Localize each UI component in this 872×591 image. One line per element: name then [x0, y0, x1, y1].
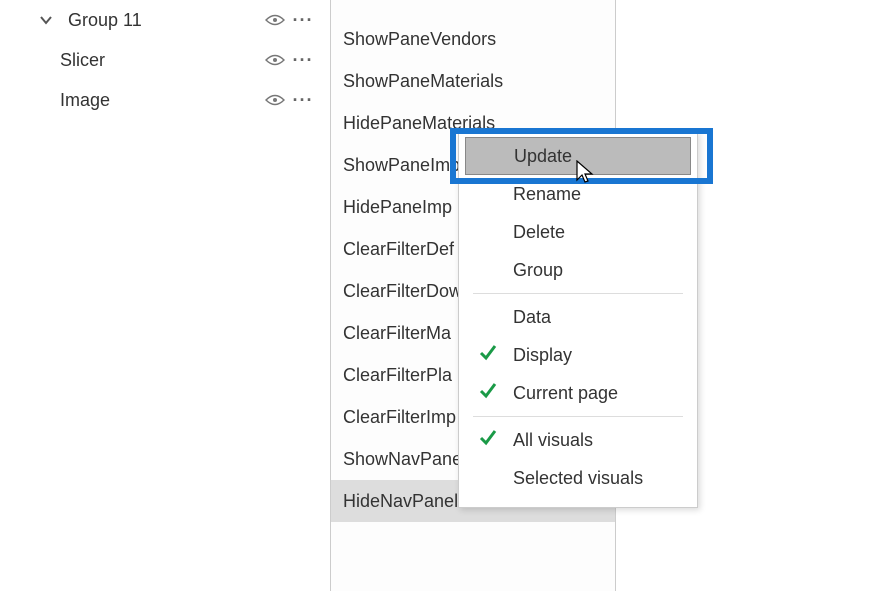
bookmark-label: ClearFilterDef: [343, 239, 454, 260]
menu-current-page[interactable]: Current page: [459, 374, 697, 412]
tree-group-row[interactable]: Group 11 ···: [30, 0, 320, 40]
bookmark-label: ShowPaneVendors: [343, 29, 496, 50]
menu-label: Delete: [513, 222, 565, 243]
item-label: Slicer: [60, 50, 264, 71]
bookmark-label: ClearFilterPla: [343, 365, 452, 386]
menu-label: Display: [513, 345, 572, 366]
bookmark-label: HidePaneImp: [343, 197, 452, 218]
menu-label: Update: [514, 146, 572, 167]
menu-label: Data: [513, 307, 551, 328]
group-label: Group 11: [68, 10, 264, 31]
chevron-down-icon: [36, 10, 56, 30]
tree-item-image[interactable]: Image ···: [54, 80, 320, 120]
selection-pane: Group 11 ··· Slicer ··· Image ···: [30, 0, 320, 120]
item-label: Image: [60, 90, 264, 111]
bookmark-label: HideNavPanel: [343, 491, 458, 512]
menu-label: Group: [513, 260, 563, 281]
visibility-icon[interactable]: [264, 49, 286, 71]
more-icon[interactable]: ···: [292, 89, 314, 111]
check-icon: [479, 428, 497, 452]
bookmark-label: ShowPaneMaterials: [343, 71, 503, 92]
menu-separator: [473, 293, 683, 294]
visibility-icon[interactable]: [264, 89, 286, 111]
bookmark-item[interactable]: ShowPaneVendors: [331, 18, 615, 60]
check-icon: [479, 343, 497, 367]
bookmark-label: HidePaneMaterials: [343, 113, 495, 134]
bookmark-context-menu: Update Rename Delete Group Data Display …: [458, 132, 698, 508]
menu-all-visuals[interactable]: All visuals: [459, 421, 697, 459]
visibility-icon[interactable]: [264, 9, 286, 31]
menu-selected-visuals[interactable]: Selected visuals: [459, 459, 697, 497]
bookmark-label: ClearFilterImp: [343, 407, 456, 428]
bookmark-label: ShowNavPane: [343, 449, 462, 470]
menu-label: Selected visuals: [513, 468, 643, 489]
bookmark-item[interactable]: ShowPaneMaterials: [331, 60, 615, 102]
bookmark-label: ClearFilterDow: [343, 281, 462, 302]
menu-label: All visuals: [513, 430, 593, 451]
menu-update[interactable]: Update: [465, 137, 691, 175]
more-icon[interactable]: ···: [292, 9, 314, 31]
bookmark-label: ShowPaneImp: [343, 155, 460, 176]
menu-delete[interactable]: Delete: [459, 213, 697, 251]
more-icon[interactable]: ···: [292, 49, 314, 71]
menu-label: Current page: [513, 383, 618, 404]
menu-separator: [473, 416, 683, 417]
bookmark-label: ClearFilterMa: [343, 323, 451, 344]
tree-item-slicer[interactable]: Slicer ···: [54, 40, 320, 80]
menu-rename[interactable]: Rename: [459, 175, 697, 213]
menu-data[interactable]: Data: [459, 298, 697, 336]
menu-group[interactable]: Group: [459, 251, 697, 289]
check-icon: [479, 381, 497, 405]
menu-label: Rename: [513, 184, 581, 205]
menu-display[interactable]: Display: [459, 336, 697, 374]
